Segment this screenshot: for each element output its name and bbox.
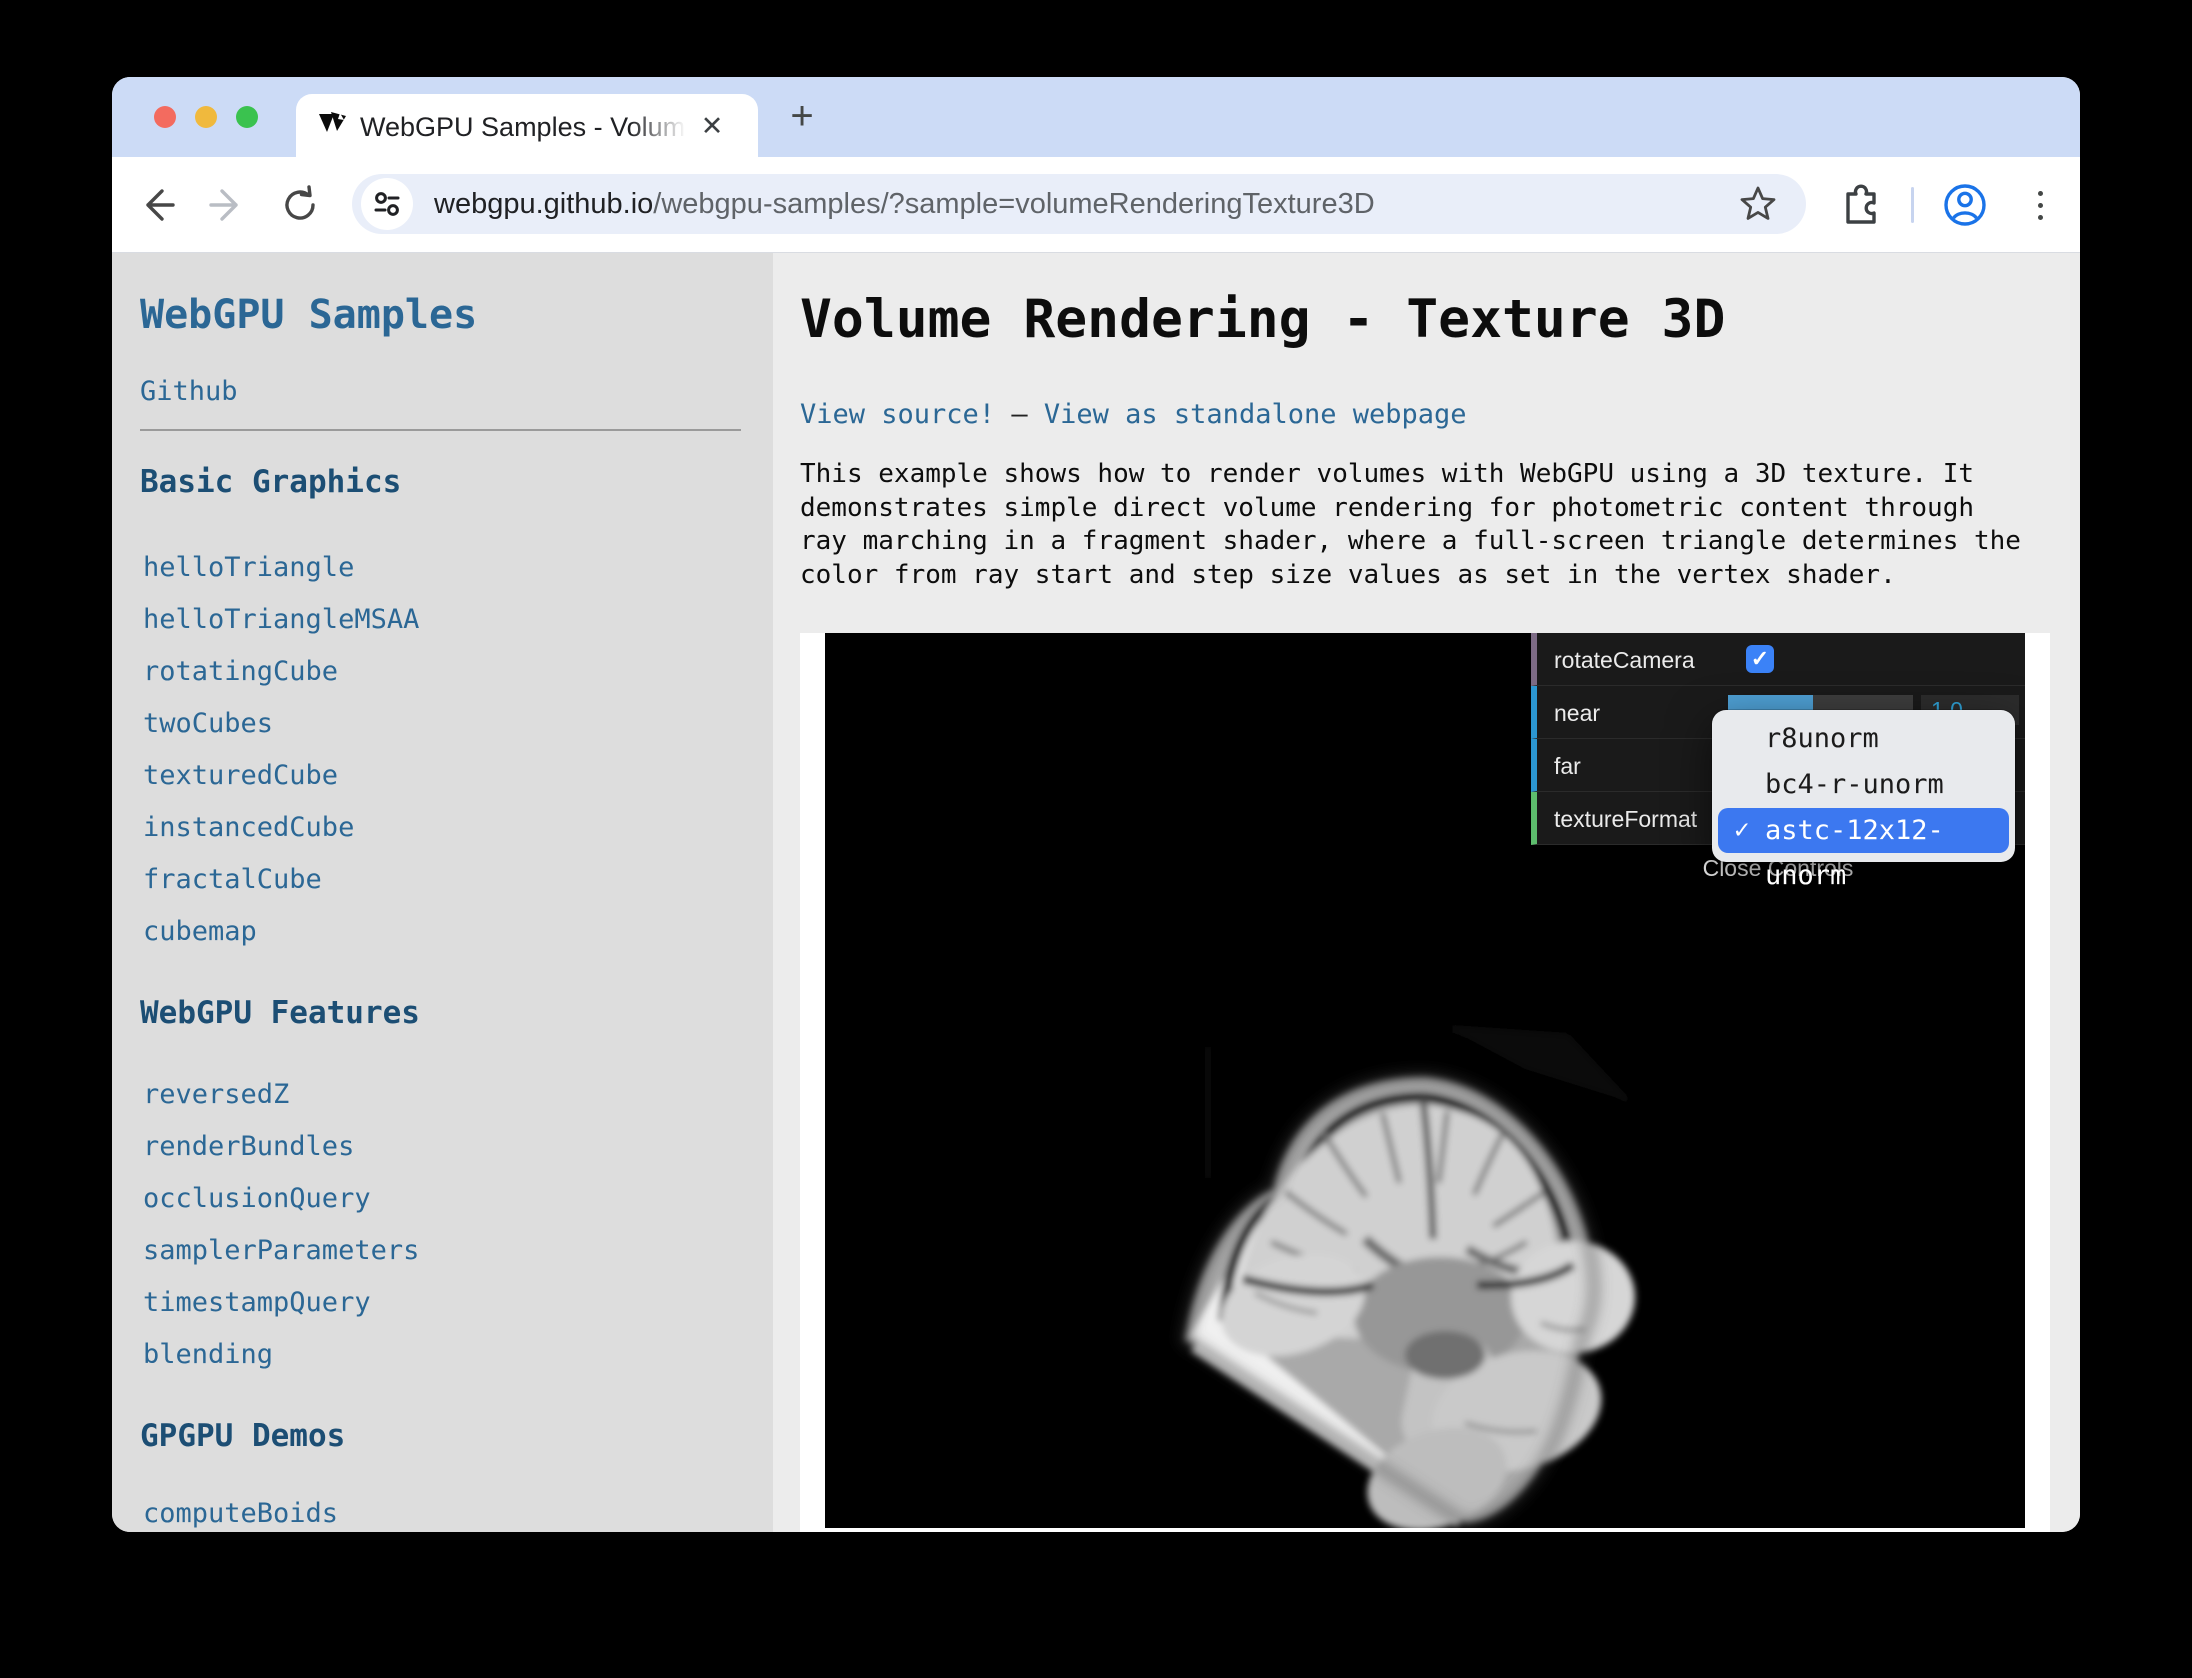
browser-toolbar: webgpu.github.io/webgpu-samples/?sample=… (112, 157, 2080, 253)
site-settings-icon[interactable] (361, 178, 413, 230)
section-heading-gpgpu-demos: GPGPU Demos (140, 1418, 345, 1454)
webgpu-logo-icon (318, 110, 350, 140)
close-window-button[interactable] (154, 106, 176, 128)
sidebar-item-helloTriangleMSAA[interactable]: helloTriangleMSAA (143, 604, 419, 635)
gui-row-rotateCamera: rotateCamera ✓ (1531, 633, 2025, 686)
browser-menu-icon[interactable] (2024, 183, 2056, 227)
window-controls (154, 106, 258, 128)
minimize-window-button[interactable] (195, 106, 217, 128)
sidebar-item-timestampQuery[interactable]: timestampQuery (143, 1287, 371, 1318)
browser-window: WebGPU Samples - Volume R ✕ + (112, 77, 2080, 1532)
sample-main: Volume Rendering - Texture 3D View sourc… (773, 253, 2080, 1532)
sidebar-item-twoCubes[interactable]: twoCubes (143, 708, 273, 739)
tab-close-icon[interactable]: ✕ (694, 108, 730, 144)
description-line: This example shows how to render volumes… (800, 458, 2021, 492)
samples-sidebar: WebGPU Samples Github Basic Graphics hel… (112, 253, 773, 1532)
url-path: /webgpu-samples/?sample=volumeRenderingT… (653, 188, 1374, 220)
back-icon[interactable] (135, 183, 179, 227)
sidebar-title: WebGPU Samples (140, 292, 477, 338)
browser-tab[interactable]: WebGPU Samples - Volume R ✕ (296, 94, 758, 157)
section-heading-basic-graphics: Basic Graphics (140, 464, 401, 500)
sidebar-item-texturedCube[interactable]: texturedCube (143, 760, 338, 791)
dropdown-option-astc-12x12-unorm[interactable]: ✓ astc-12x12-unorm (1718, 808, 2009, 853)
link-separator: – (1011, 399, 1027, 430)
tab-strip: WebGPU Samples - Volume R ✕ + (112, 77, 2080, 157)
standalone-link[interactable]: View as standalone webpage (1044, 399, 1467, 430)
sidebar-item-cubemap[interactable]: cubemap (143, 916, 257, 947)
sidebar-item-blending[interactable]: blending (143, 1339, 273, 1370)
sidebar-item-computeBoids[interactable]: computeBoids (143, 1498, 338, 1529)
sidebar-item-fractalCube[interactable]: fractalCube (143, 864, 322, 895)
sidebar-item-renderBundles[interactable]: renderBundles (143, 1131, 354, 1162)
dropdown-option-r8unorm[interactable]: r8unorm (1712, 716, 2015, 762)
gui-label-rotateCamera: rotateCamera (1554, 647, 1695, 674)
sidebar-item-occlusionQuery[interactable]: occlusionQuery (143, 1183, 371, 1214)
gui-label-textureFormat: textureFormat (1554, 806, 1697, 833)
page-content: WebGPU Samples Github Basic Graphics hel… (112, 253, 2080, 1532)
address-bar[interactable]: webgpu.github.io/webgpu-samples/?sample=… (352, 174, 1806, 234)
rotate-camera-checkbox[interactable]: ✓ (1746, 645, 1774, 673)
webgpu-canvas[interactable]: rotateCamera ✓ near 1.0 far (825, 633, 2025, 1528)
view-source-link[interactable]: View source! (800, 399, 995, 430)
sample-container: rotateCamera ✓ near 1.0 far (800, 633, 2050, 1532)
bookmark-star-icon[interactable] (1736, 182, 1780, 226)
selected-check-icon: ✓ (1734, 808, 1750, 853)
description-line: color from ray start and step size value… (800, 559, 2021, 593)
sidebar-item-rotatingCube[interactable]: rotatingCube (143, 656, 338, 687)
texture-format-dropdown: r8unorm bc4-r-unorm ✓ astc-12x12-unorm (1712, 710, 2015, 862)
github-link[interactable]: Github (140, 376, 238, 407)
reload-icon[interactable] (278, 183, 322, 227)
description-line: ray marching in a fragment shader, where… (800, 525, 2021, 559)
url-domain: webgpu.github.io (434, 188, 653, 220)
screen: WebGPU Samples - Volume R ✕ + (0, 0, 2192, 1678)
description-line: demonstrates simple direct volume render… (800, 492, 2021, 526)
maximize-window-button[interactable] (236, 106, 258, 128)
sample-description: This example shows how to render volumes… (800, 458, 2021, 592)
toolbar-divider (1911, 187, 1914, 223)
dropdown-option-bc4-r-unorm[interactable]: bc4-r-unorm (1712, 762, 2015, 808)
section-heading-webgpu-features: WebGPU Features (140, 995, 420, 1031)
forward-icon[interactable] (205, 183, 249, 227)
sidebar-item-instancedCube[interactable]: instancedCube (143, 812, 354, 843)
gui-label-far: far (1554, 753, 1581, 780)
sidebar-item-samplerParameters[interactable]: samplerParameters (143, 1235, 419, 1266)
page-title: Volume Rendering - Texture 3D (800, 289, 1725, 350)
sample-links: View source! – View as standalone webpag… (800, 399, 1467, 430)
sidebar-divider (140, 429, 741, 431)
url-text[interactable]: webgpu.github.io/webgpu-samples/?sample=… (434, 188, 1375, 220)
extensions-puzzle-icon[interactable] (1838, 182, 1884, 228)
new-tab-button[interactable]: + (780, 95, 824, 139)
tab-title: WebGPU Samples - Volume R (360, 110, 700, 144)
gui-label-near: near (1554, 700, 1600, 727)
profile-avatar-icon[interactable] (1941, 181, 1989, 229)
sidebar-item-reversedZ[interactable]: reversedZ (143, 1079, 289, 1110)
sidebar-item-helloTriangle[interactable]: helloTriangle (143, 552, 354, 583)
